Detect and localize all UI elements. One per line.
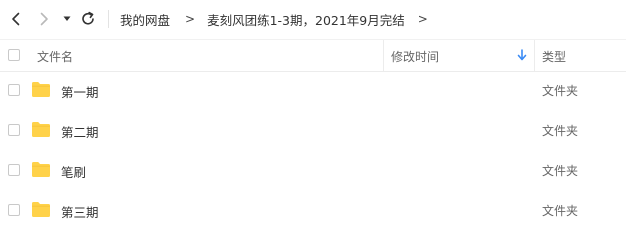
file-name[interactable]: 笔刷: [61, 162, 86, 181]
file-type: 文件夹: [542, 164, 579, 178]
file-row[interactable]: 第三期 文件夹: [0, 190, 626, 230]
select-all-checkbox[interactable]: [8, 49, 20, 61]
file-type: 文件夹: [542, 84, 579, 98]
nav-divider: [108, 10, 109, 28]
breadcrumb: 我的网盘 > 麦刻风团练1-3期，2021年9月完结 >: [120, 10, 440, 28]
file-row[interactable]: 笔刷 文件夹: [0, 150, 626, 190]
file-row[interactable]: 第二期 文件夹: [0, 110, 626, 150]
breadcrumb-root[interactable]: 我的网盘: [120, 10, 170, 29]
file-type: 文件夹: [542, 124, 579, 138]
column-divider[interactable]: [534, 40, 535, 71]
breadcrumb-current[interactable]: 麦刻风团练1-3期，2021年9月完结: [207, 10, 405, 29]
file-name[interactable]: 第一期: [61, 82, 99, 101]
back-button[interactable]: [6, 9, 26, 29]
breadcrumb-separator: >: [185, 12, 196, 26]
file-list: 第一期 文件夹 第二期 文件夹 笔刷 文件夹 第三期 文件夹: [0, 70, 626, 230]
folder-icon: [32, 122, 50, 137]
file-type: 文件夹: [542, 204, 579, 218]
column-divider[interactable]: [383, 40, 384, 71]
chevron-right-icon: [40, 12, 48, 26]
sort-down-arrow-icon[interactable]: [516, 48, 528, 62]
navigation-bar: 我的网盘 > 麦刻风团练1-3期，2021年9月完结 >: [0, 0, 626, 38]
file-name[interactable]: 第二期: [61, 122, 99, 141]
breadcrumb-separator[interactable]: >: [418, 12, 428, 26]
folder-icon: [32, 202, 50, 217]
folder-icon: [32, 162, 50, 177]
forward-button[interactable]: [34, 9, 54, 29]
chevron-left-icon: [12, 12, 20, 26]
column-header-type[interactable]: 类型: [542, 48, 566, 65]
history-dropdown-button[interactable]: [58, 9, 76, 29]
column-header-name[interactable]: 文件名: [37, 48, 73, 65]
refresh-button[interactable]: [78, 9, 98, 29]
column-header-modified[interactable]: 修改时间: [391, 48, 439, 65]
row-checkbox[interactable]: [8, 124, 20, 136]
file-row[interactable]: 第一期 文件夹: [0, 70, 626, 110]
file-name[interactable]: 第三期: [61, 202, 99, 221]
file-browser: 我的网盘 > 麦刻风团练1-3期，2021年9月完结 > 文件名 修改时间 类型…: [0, 0, 626, 240]
row-checkbox[interactable]: [8, 204, 20, 216]
row-checkbox[interactable]: [8, 84, 20, 96]
folder-icon: [32, 82, 50, 97]
row-checkbox[interactable]: [8, 164, 20, 176]
caret-down-icon: [63, 16, 71, 21]
refresh-icon: [82, 11, 94, 25]
file-list-header: 文件名 修改时间 类型: [0, 39, 626, 72]
